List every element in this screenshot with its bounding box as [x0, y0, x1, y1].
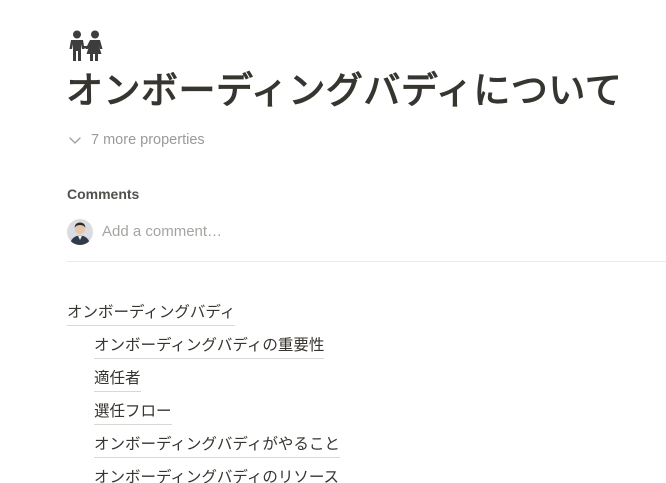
chevron-down-icon — [69, 137, 81, 144]
toc-item-selection-flow[interactable]: 選任フロー — [94, 401, 172, 425]
more-properties-toggle[interactable]: 7 more properties — [67, 130, 205, 150]
divider — [67, 261, 666, 262]
toc-item-buddy-resources[interactable]: オンボーディングバディのリソース — [94, 467, 339, 483]
toc-item-suitable-person[interactable]: 適任者 — [94, 368, 141, 392]
avatar — [67, 218, 93, 245]
notion-page: オンボーディングバディについて 7 more properties Commen… — [0, 0, 666, 483]
comments-heading: Comments — [67, 186, 140, 202]
toc-item-buddy-tasks[interactable]: オンボーディングバディがやること — [94, 434, 340, 458]
more-properties-label: 7 more properties — [91, 132, 205, 148]
comment-composer[interactable] — [67, 218, 402, 245]
people-holding-hands-icon[interactable] — [66, 30, 108, 62]
toc-item-importance[interactable]: オンボーディングバディの重要性 — [94, 335, 325, 359]
comment-input[interactable] — [102, 223, 402, 240]
page-title[interactable]: オンボーディングバディについて — [66, 68, 622, 114]
toc-item-onboarding-buddy[interactable]: オンボーディングバディ — [67, 302, 236, 326]
